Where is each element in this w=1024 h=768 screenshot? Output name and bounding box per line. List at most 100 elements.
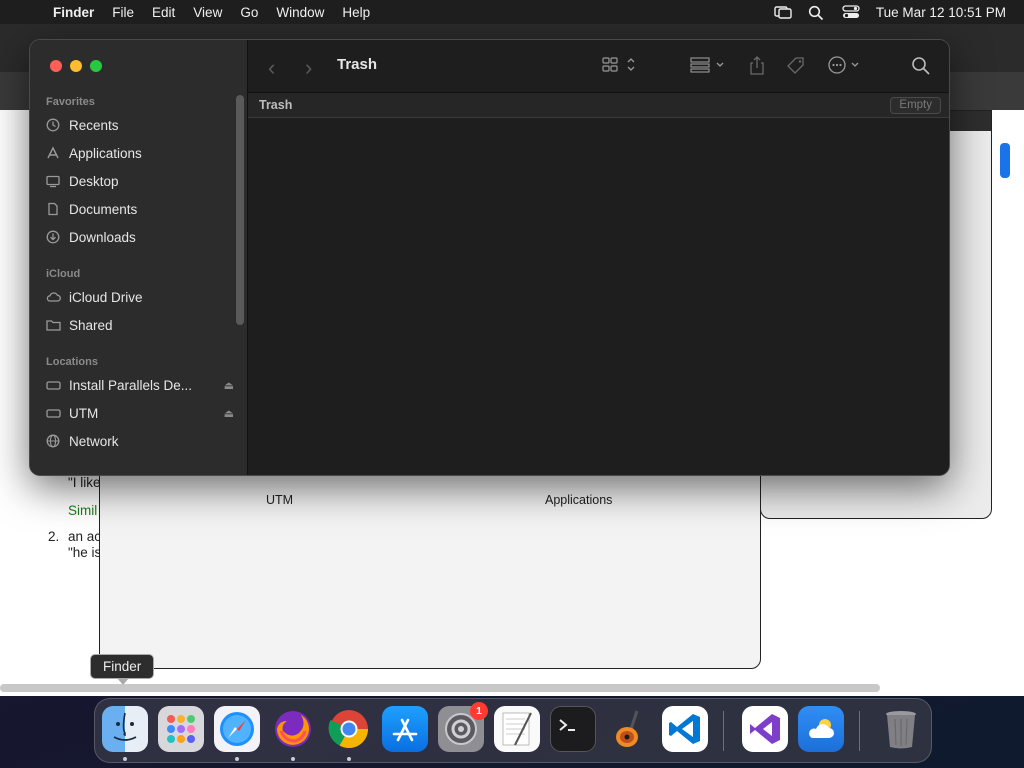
sidebar-item-downloads[interactable]: Downloads bbox=[46, 225, 236, 249]
trash-header-bar: Trash Empty bbox=[248, 92, 949, 118]
control-center-icon[interactable] bbox=[842, 5, 860, 19]
finder-sidebar: Favorites Recents Applications Desktop D… bbox=[30, 40, 248, 475]
finder-toolbar: ‹ › Trash bbox=[248, 40, 949, 92]
sidebar-section-icloud: iCloud bbox=[46, 268, 81, 280]
menu-view[interactable]: View bbox=[184, 5, 231, 20]
sidebar-item-desktop[interactable]: Desktop bbox=[46, 169, 236, 193]
clock-icon bbox=[46, 118, 60, 132]
sidebar-item-label: Recents bbox=[69, 117, 119, 133]
download-icon bbox=[46, 230, 60, 244]
bg-text-likes: "I like bbox=[68, 475, 101, 490]
dock: 1 bbox=[94, 698, 932, 763]
shared-folder-icon bbox=[46, 318, 61, 332]
forward-arrow-icon[interactable]: › bbox=[305, 55, 312, 81]
notification-badge: 1 bbox=[470, 702, 488, 720]
chrome-icon[interactable] bbox=[326, 706, 372, 752]
sidebar-item-applications[interactable]: Applications bbox=[46, 141, 236, 165]
more-actions-icon[interactable] bbox=[828, 56, 864, 79]
launchpad-icon[interactable] bbox=[158, 706, 204, 752]
menu-bar: Finder File Edit View Go Window Help Tue… bbox=[0, 0, 1024, 24]
eject-icon[interactable]: ⏏ bbox=[224, 379, 234, 392]
search-icon[interactable] bbox=[911, 56, 931, 81]
applications-icon bbox=[46, 146, 60, 160]
bg-text-anac: an ac bbox=[68, 529, 102, 544]
running-indicator bbox=[235, 757, 239, 761]
disk-icon bbox=[46, 378, 61, 392]
document-icon bbox=[46, 202, 60, 216]
terminal-icon[interactable] bbox=[550, 706, 596, 752]
running-indicator bbox=[347, 757, 351, 761]
finder-window: Favorites Recents Applications Desktop D… bbox=[29, 39, 950, 476]
sidebar-item-label: Desktop bbox=[69, 173, 119, 189]
bg-text-simil: Simil bbox=[68, 503, 98, 518]
sidebar-item-icloud-drive[interactable]: iCloud Drive bbox=[46, 285, 236, 309]
sidebar-item-label: Install Parallels De... bbox=[69, 377, 193, 393]
running-indicator bbox=[123, 757, 127, 761]
close-button[interactable] bbox=[50, 60, 62, 72]
icon-view-icon[interactable] bbox=[602, 56, 638, 79]
back-arrow-icon[interactable]: ‹ bbox=[268, 55, 275, 81]
system-settings-icon[interactable]: 1 bbox=[438, 702, 488, 752]
menu-help[interactable]: Help bbox=[333, 5, 379, 20]
finder-icon[interactable] bbox=[102, 706, 148, 752]
eject-icon[interactable]: ⏏ bbox=[224, 407, 234, 420]
sidebar-item-label: Shared bbox=[69, 317, 113, 333]
finder-main: ‹ › Trash Trash Empty bbox=[248, 40, 949, 475]
cloud-icon bbox=[46, 290, 61, 304]
menu-clock[interactable]: Tue Mar 12 10:51 PM bbox=[876, 5, 1006, 20]
screen-mirroring-icon[interactable] bbox=[774, 5, 792, 19]
visual-studio-icon[interactable] bbox=[742, 706, 788, 752]
sidebar-section-favorites: Favorites bbox=[46, 96, 95, 108]
sidebar-item-shared[interactable]: Shared bbox=[46, 313, 236, 337]
firefox-icon[interactable] bbox=[270, 706, 316, 752]
vscode-icon[interactable] bbox=[662, 706, 708, 752]
sidebar-item-label: UTM bbox=[69, 405, 99, 421]
desktop-icon bbox=[46, 174, 60, 188]
empty-trash-button[interactable]: Empty bbox=[890, 97, 941, 114]
menu-edit[interactable]: Edit bbox=[143, 5, 184, 20]
running-indicator bbox=[291, 757, 295, 761]
background-dialog: UTM Applications bbox=[99, 460, 761, 669]
textedit-icon[interactable] bbox=[494, 706, 540, 752]
sidebar-section-locations: Locations bbox=[46, 356, 98, 368]
globe-icon bbox=[46, 434, 60, 448]
spotlight-search-icon[interactable] bbox=[808, 5, 826, 21]
bg-text-num: 2. bbox=[48, 529, 60, 544]
group-by-icon[interactable] bbox=[690, 56, 728, 79]
trash-icon[interactable] bbox=[878, 706, 924, 752]
dock-separator bbox=[723, 711, 724, 751]
dock-separator bbox=[859, 711, 860, 751]
sidebar-item-label: Applications bbox=[69, 145, 142, 161]
sidebar-item-label: iCloud Drive bbox=[69, 289, 143, 305]
bg-text-heis: "he is bbox=[68, 545, 102, 560]
sidebar-item-label: Documents bbox=[69, 201, 138, 217]
safari-icon[interactable] bbox=[214, 706, 260, 752]
menu-go[interactable]: Go bbox=[231, 5, 267, 20]
window-controls bbox=[50, 60, 102, 72]
disk-icon bbox=[46, 406, 61, 420]
bg-blue-indicator bbox=[1000, 143, 1010, 178]
tag-icon[interactable] bbox=[786, 56, 806, 81]
sidebar-item-install-parallels[interactable]: Install Parallels De... ⏏ bbox=[46, 373, 236, 397]
bg-dialog-label-utm: UTM bbox=[266, 493, 294, 507]
menu-file[interactable]: File bbox=[103, 5, 143, 20]
bg-horizontal-scrollbar[interactable] bbox=[0, 684, 880, 692]
garageband-icon[interactable] bbox=[606, 706, 652, 752]
sidebar-item-recents[interactable]: Recents bbox=[46, 113, 236, 137]
menu-window[interactable]: Window bbox=[267, 5, 333, 20]
bg-dialog-label-applications: Applications bbox=[545, 493, 613, 507]
trash-label: Trash bbox=[259, 98, 293, 112]
app-store-icon[interactable] bbox=[382, 706, 428, 752]
menu-app-name[interactable]: Finder bbox=[50, 5, 103, 20]
sidebar-scrollbar[interactable] bbox=[236, 95, 244, 325]
zoom-button[interactable] bbox=[90, 60, 102, 72]
sidebar-item-label: Downloads bbox=[69, 229, 136, 245]
sidebar-item-documents[interactable]: Documents bbox=[46, 197, 236, 221]
share-icon[interactable] bbox=[748, 56, 766, 81]
weather-icon[interactable] bbox=[798, 706, 844, 752]
sidebar-item-utm[interactable]: UTM ⏏ bbox=[46, 401, 236, 425]
sidebar-item-network[interactable]: Network bbox=[46, 429, 236, 453]
dock-tooltip: Finder bbox=[90, 654, 155, 685]
window-title: Trash bbox=[337, 56, 378, 73]
minimize-button[interactable] bbox=[70, 60, 82, 72]
